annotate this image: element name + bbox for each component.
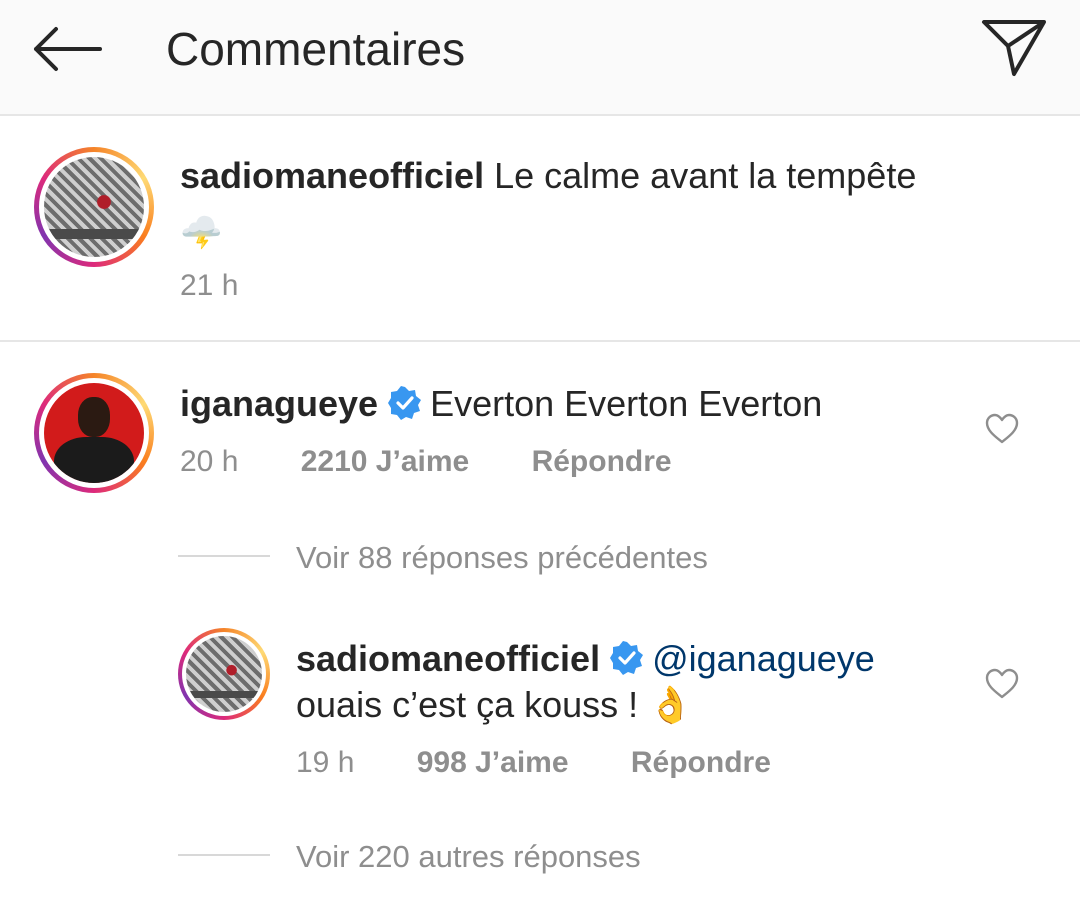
comment-text: iganagueye Everton Everton Everton xyxy=(180,383,822,425)
reply-time: 19 h xyxy=(296,746,355,779)
verified-badge-icon xyxy=(388,386,422,420)
reply-mention[interactable]: @iganagueye xyxy=(652,638,875,679)
ok-hand-emoji: 👌 xyxy=(648,684,694,725)
caption-username[interactable]: sadiomaneofficiel xyxy=(180,155,484,196)
reply-text-line2: ouais c’est ça kouss ! 👌 xyxy=(296,684,693,726)
reply-avatar[interactable] xyxy=(178,628,270,720)
reply-button[interactable]: Répondre xyxy=(532,445,672,478)
avatar-image xyxy=(44,157,144,257)
caption-text: sadiomaneofficiel Le calme avant la temp… xyxy=(180,155,916,197)
thread-line xyxy=(178,555,270,557)
reply-reply-button[interactable]: Répondre xyxy=(631,746,771,779)
avatar-image xyxy=(186,636,262,712)
reply-username[interactable]: sadiomaneofficiel xyxy=(296,638,600,679)
comment-meta: 20 h 2210 J’aime Répondre xyxy=(180,444,672,480)
paper-plane-icon[interactable] xyxy=(978,14,1050,80)
heart-icon[interactable] xyxy=(985,413,1019,445)
arrow-left-icon[interactable] xyxy=(30,24,102,74)
reply-likes[interactable]: 998 J’aime xyxy=(417,746,569,779)
comment-likes[interactable]: 2210 J’aime xyxy=(301,445,469,478)
heart-icon[interactable] xyxy=(985,668,1019,700)
thread-line xyxy=(178,854,270,856)
view-previous-replies[interactable]: Voir 88 réponses précédentes xyxy=(296,540,708,576)
avatar-image xyxy=(44,383,144,483)
comment-body: Everton Everton Everton xyxy=(430,383,823,424)
reply-meta: 19 h 998 J’aime Répondre xyxy=(296,745,771,781)
caption-divider xyxy=(0,340,1080,342)
caption-body: Le calme avant la tempête xyxy=(494,155,917,196)
storm-emoji: 🌩️ xyxy=(180,214,223,252)
view-more-replies[interactable]: Voir 220 autres réponses xyxy=(296,839,641,875)
caption-time: 21 h xyxy=(180,269,239,302)
verified-badge-icon xyxy=(610,641,644,675)
comment-time: 20 h xyxy=(180,445,239,478)
reply-text-line1: sadiomaneofficiel @iganagueye xyxy=(296,638,875,680)
comment-username[interactable]: iganagueye xyxy=(180,383,378,424)
app-header: Commentaires xyxy=(0,0,1080,116)
page-title: Commentaires xyxy=(166,23,466,75)
caption-avatar[interactable] xyxy=(34,147,154,267)
comment-avatar[interactable] xyxy=(34,373,154,493)
reply-body: ouais c’est ça kouss ! xyxy=(296,684,639,725)
